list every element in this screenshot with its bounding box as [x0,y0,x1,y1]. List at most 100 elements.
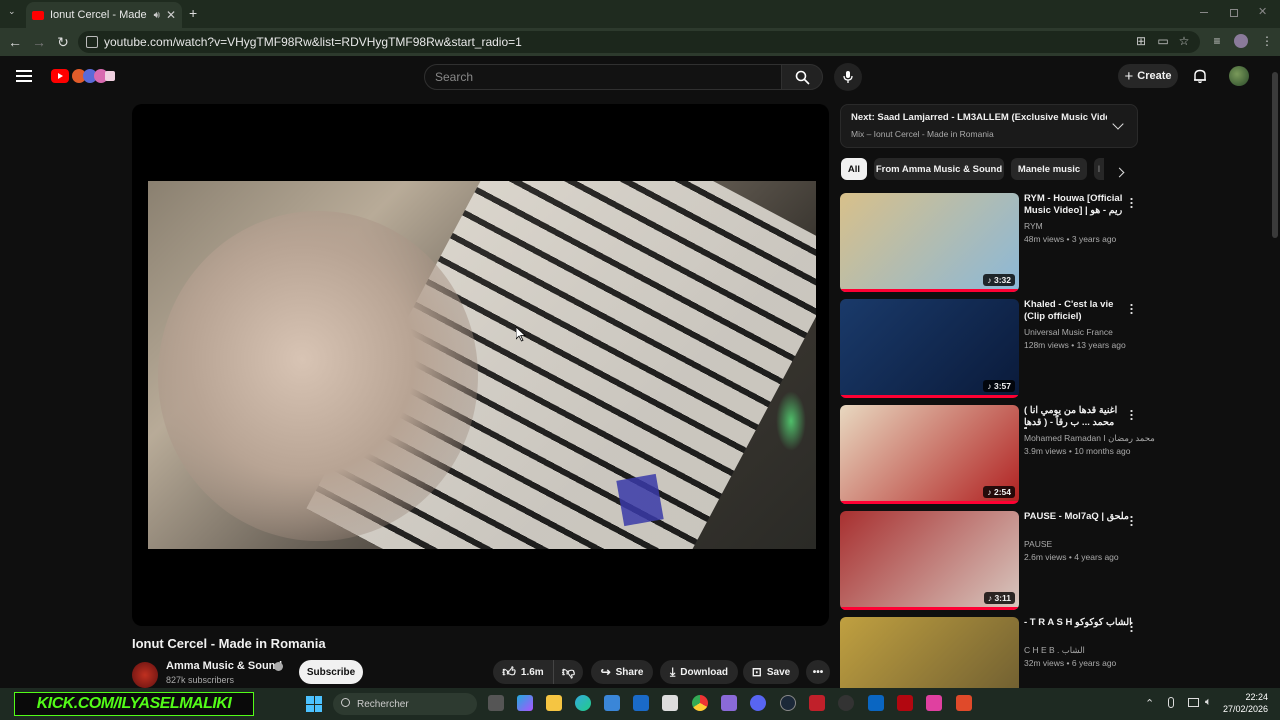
active-app-icon[interactable] [956,695,972,711]
profile-icon[interactable] [1234,34,1248,48]
more-vertical-icon[interactable] [1130,621,1133,633]
close-window-icon[interactable]: ✕ [1258,5,1267,18]
tab-audio-icon[interactable]: 🔊︎ [154,10,160,21]
recommendation-title[interactable]: PAUSE - Mol7aQ | ملحق [1024,511,1136,535]
cast-icon[interactable]: ▭ [1156,34,1170,48]
chip-all[interactable]: All [841,158,867,180]
recommendation-item[interactable]: ♪ 3:57 Khaled - C'est la vie (Clip offici… [840,299,1140,399]
next-up-title[interactable]: Next: Saad Lamjarred - LM3ALLEM (Exclusi… [851,112,1107,123]
adobe-icon[interactable] [809,695,825,711]
chip-from-channel[interactable]: From Amma Music & Sound [874,158,1004,180]
channel-avatar[interactable] [132,662,158,688]
steam-icon[interactable] [780,695,796,711]
video-thumbnail[interactable]: ♪ 2:54 [840,405,1019,504]
recommendation-channel[interactable]: RYM [1024,221,1043,231]
subscriber-count: 827k subscribers [166,675,235,685]
next-up-card[interactable] [840,104,1138,148]
more-vertical-icon[interactable] [1130,515,1133,527]
file-explorer-icon[interactable] [546,695,562,711]
discord-icon[interactable] [750,695,766,711]
search-icon [795,70,810,85]
dislike-button[interactable]: 👎︎ [553,660,583,684]
linkedin-icon[interactable] [868,695,884,711]
maximize-icon[interactable] [1230,9,1238,17]
save-button[interactable]: ⊡ Save [743,660,799,684]
channel-name[interactable]: Amma Music & Sound [166,660,282,672]
recommendation-channel[interactable]: Mohamed Ramadan I محمد رمضان [1024,433,1155,444]
recommendation-channel[interactable]: PAUSE [1024,539,1052,549]
more-vertical-icon[interactable] [1130,409,1133,421]
download-button[interactable]: ⤓ Download [660,660,738,684]
like-button[interactable]: 👍︎ 1.6m [493,660,553,684]
recommendation-title[interactable]: - T R A S H الشاب كوكوكو [1024,617,1136,641]
netflix-icon[interactable] [897,695,913,711]
windows-start-icon[interactable] [306,696,322,712]
video-thumbnail[interactable]: ♪ 3:32 [840,193,1019,292]
more-vertical-icon[interactable] [1130,303,1133,315]
scrollbar-thumb[interactable] [1272,72,1278,238]
recommendation-item[interactable]: ♪ 3:32 RYM - Houwa [Official Music Video]… [840,193,1140,293]
recommendation-channel[interactable]: C H E B . الشاب [1024,645,1085,656]
back-icon[interactable]: ← [3,30,27,54]
recommendation-title[interactable]: ( اغنية قدها من يومي انا قدها ) - محمد .… [1024,405,1136,429]
notifications-bell-icon[interactable] [1192,68,1208,84]
site-info-icon[interactable] [86,36,98,48]
chip-manele-music[interactable]: Manele music [1011,158,1087,180]
account-avatar[interactable] [1229,66,1249,86]
outlook-icon[interactable] [633,695,649,711]
more-actions-button[interactable]: ••• [806,660,830,684]
video-player[interactable] [132,104,829,626]
create-button[interactable]: + Create [1118,64,1178,88]
recommendation-title[interactable]: Khaled - C'est la vie (Clip officiel) [1024,299,1136,323]
recommendation-channel[interactable]: Universal Music France [1024,327,1113,337]
gamepad-icon[interactable] [721,695,737,711]
youtube-logo[interactable] [50,68,116,84]
edge-icon[interactable] [575,695,591,711]
translate-icon[interactable]: ⊞ [1134,34,1148,48]
tray-display-icon[interactable] [1188,698,1199,707]
kick-overlay-banner: KICK.COM/ILYASELMALIKI [14,692,254,716]
address-bar[interactable]: youtube.com/watch?v=VHygTMF98Rw&list=RDV… [78,31,1200,53]
minimize-icon[interactable] [1200,12,1208,13]
video-frame[interactable] [148,181,816,549]
new-tab-icon[interactable]: + [189,5,197,21]
recommendation-item[interactable]: ♪ 3:11 PAUSE - Mol7aQ | ملحق PAUSE 2.6m vie… [840,511,1140,611]
chip-truncated[interactable]: I [1094,158,1104,180]
taskbar-search[interactable]: Rechercher [333,693,477,715]
video-thumbnail[interactable]: ♪ 3:57 [840,299,1019,398]
recommendation-meta: 128m views • 13 years ago [1024,340,1126,350]
tray-volume-icon[interactable]: 🔈︎ [1205,696,1212,709]
tray-chevron-up-icon[interactable]: ⌃ [1145,697,1154,710]
app-dark-icon[interactable] [838,695,854,711]
video-thumbnail[interactable]: ♪ 3:11 [840,511,1019,610]
subscribe-button[interactable]: Subscribe [299,660,363,684]
clock-time[interactable]: 22:24 [1240,692,1268,702]
tab-close-icon[interactable]: ✕ [166,8,176,22]
recommendation-title[interactable]: RYM - Houwa [Official Music Video] | ريم… [1024,193,1136,217]
store-icon[interactable] [604,695,620,711]
clock-date[interactable]: 27/02/2026 [1222,704,1268,714]
menu-icon[interactable] [16,70,32,82]
music-note-icon: ♪ [987,275,994,285]
tray-mic-icon[interactable] [1168,697,1174,708]
search-button[interactable] [781,64,823,90]
copilot-icon[interactable] [517,695,533,711]
app-icon[interactable] [662,695,678,711]
task-view-icon[interactable] [488,695,504,711]
share-label: Share [615,666,644,678]
voice-search-button[interactable] [834,63,862,91]
extensions-icon[interactable]: ≡ [1210,34,1224,48]
share-button[interactable]: ↪ Share [591,660,653,684]
chrome-icon[interactable] [692,695,708,711]
forward-icon[interactable]: → [27,30,51,54]
tab-list-chevron-icon[interactable]: ⌄ [8,6,18,16]
reload-icon[interactable]: ↻ [51,30,75,54]
chevron-right-icon[interactable] [1114,167,1125,178]
browser-menu-icon[interactable]: ⋮ [1260,34,1274,48]
browser-tab[interactable]: Ionut Cercel - Made in Rom 🔊︎ ✕ [26,2,182,28]
recommendation-item[interactable]: ♪ 2:54 ( اغنية قدها من يومي انا قدها ) - … [840,405,1155,505]
pink-app-icon[interactable] [926,695,942,711]
more-vertical-icon[interactable] [1130,197,1133,209]
bookmark-star-icon[interactable]: ☆ [1177,34,1191,48]
search-input[interactable]: Search [424,64,782,90]
